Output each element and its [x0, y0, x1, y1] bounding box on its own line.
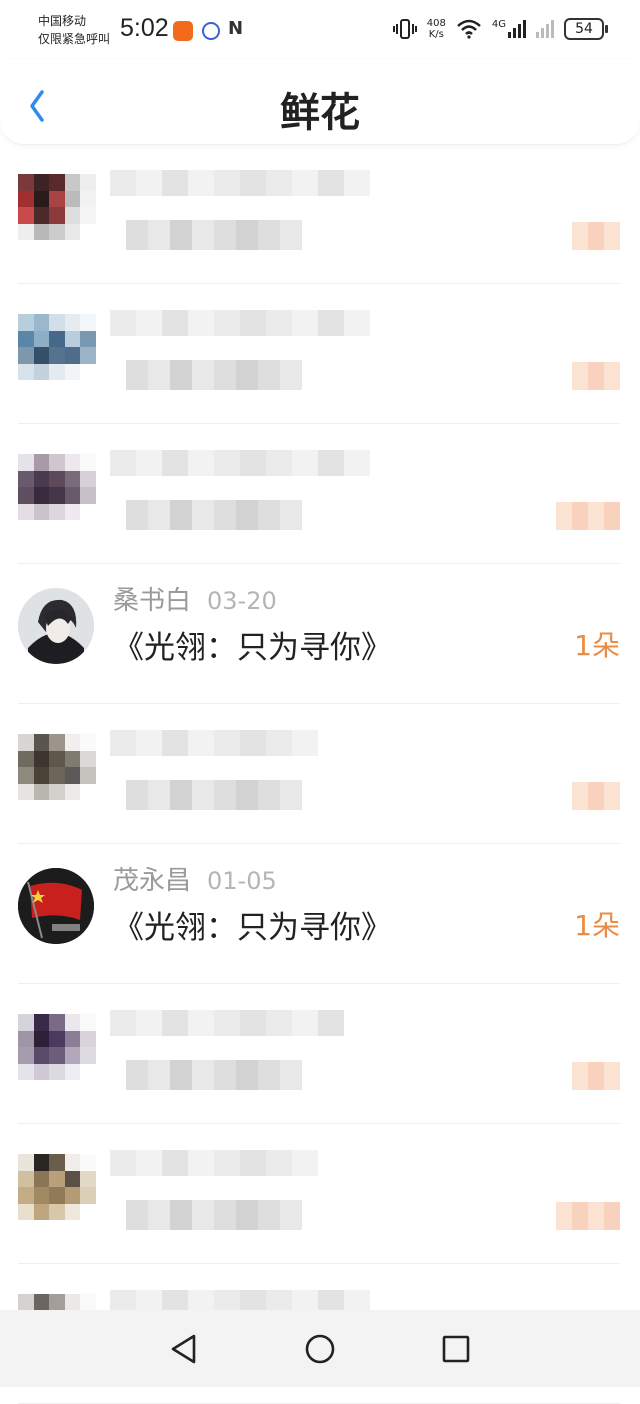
- count-placeholder: [572, 782, 620, 810]
- avatar: [18, 1014, 96, 1080]
- count-placeholder: [556, 502, 620, 530]
- network-speed: 408 K/s: [427, 18, 446, 40]
- carrier-info: 中国移动 仅限紧急呼叫: [38, 12, 110, 48]
- circle-home-icon: [305, 1334, 335, 1363]
- gift-title: 《光翎：只为寻你》: [113, 630, 392, 666]
- avatar-portrait-icon: [18, 588, 94, 664]
- list-item[interactable]: [18, 704, 620, 844]
- network-speed-value: 408: [426, 18, 446, 29]
- battery-indicator: 54: [564, 18, 608, 40]
- wifi-icon: [457, 19, 481, 39]
- gift-placeholder: [126, 1060, 302, 1090]
- nav-back-button[interactable]: [160, 1325, 208, 1373]
- nfc-icon: N: [228, 18, 244, 39]
- flower-record-list: 桑书白 03-20 《光翎：只为寻你》 1朵 茂永昌 01-05 《光翎：只为寻…: [0, 144, 640, 1404]
- avatar-flag-icon: [18, 868, 94, 944]
- gift-placeholder: [126, 1200, 302, 1230]
- sender-name: 茂永昌: [113, 866, 192, 896]
- count-placeholder: [572, 222, 620, 250]
- gift-placeholder: [126, 780, 302, 810]
- flower-count: 1朵: [574, 629, 620, 662]
- gift-placeholder: [126, 360, 302, 390]
- network-type-label: 4G: [491, 19, 506, 30]
- signal-bars-icon: [508, 20, 526, 38]
- avatar: [18, 314, 96, 380]
- sender-info: 桑书白 03-20: [113, 580, 277, 617]
- list-item[interactable]: [18, 144, 620, 284]
- nav-recents-button[interactable]: [432, 1325, 480, 1373]
- avatar: [18, 1154, 96, 1220]
- sender-info: 茂永昌 01-05: [113, 860, 277, 897]
- send-date: 01-05: [207, 867, 277, 895]
- name-placeholder: [110, 730, 318, 756]
- name-placeholder: [110, 450, 370, 476]
- gift-placeholder: [126, 220, 302, 250]
- list-item[interactable]: [18, 424, 620, 564]
- music-notification-icon: [202, 22, 220, 40]
- avatar: [18, 734, 96, 800]
- app-notification-icon: [173, 21, 193, 41]
- sender-name: 桑书白: [113, 586, 192, 616]
- name-placeholder: [110, 1010, 344, 1036]
- carrier-name: 中国移动: [38, 14, 87, 28]
- list-item[interactable]: 茂永昌 01-05 《光翎：只为寻你》 1朵: [18, 844, 620, 984]
- flower-count: 1朵: [574, 909, 620, 942]
- count-placeholder: [572, 1062, 620, 1090]
- count-placeholder: [572, 362, 620, 390]
- page-header: 鲜花: [0, 60, 640, 145]
- square-recents-icon: [442, 1335, 470, 1362]
- list-item[interactable]: [18, 284, 620, 424]
- carrier-status: 仅限紧急呼叫: [38, 32, 111, 46]
- list-item[interactable]: [18, 1124, 620, 1264]
- nav-home-button[interactable]: [296, 1325, 344, 1373]
- signal-bars-empty-icon: [536, 20, 554, 38]
- triangle-back-icon: [171, 1334, 196, 1363]
- list-item[interactable]: [18, 984, 620, 1124]
- network-speed-unit: K/s: [428, 29, 444, 40]
- count-placeholder: [556, 1202, 620, 1230]
- list-item[interactable]: 桑书白 03-20 《光翎：只为寻你》 1朵: [18, 564, 620, 704]
- send-date: 03-20: [207, 587, 277, 615]
- system-navigation-bar: [0, 1310, 640, 1387]
- status-bar: 中国移动 仅限紧急呼叫 5:02 N 408 K/s 4G 54: [0, 0, 640, 60]
- gift-placeholder: [126, 500, 302, 530]
- name-placeholder: [110, 170, 370, 196]
- avatar: [18, 454, 96, 520]
- avatar: [18, 588, 94, 664]
- gift-title: 《光翎：只为寻你》: [113, 910, 392, 946]
- name-placeholder: [110, 1150, 318, 1176]
- avatar: [18, 174, 96, 240]
- avatar: [18, 868, 94, 944]
- page-title: 鲜花: [280, 90, 360, 136]
- status-time: 5:02: [120, 14, 169, 42]
- name-placeholder: [110, 310, 370, 336]
- vibrate-icon: [392, 19, 417, 39]
